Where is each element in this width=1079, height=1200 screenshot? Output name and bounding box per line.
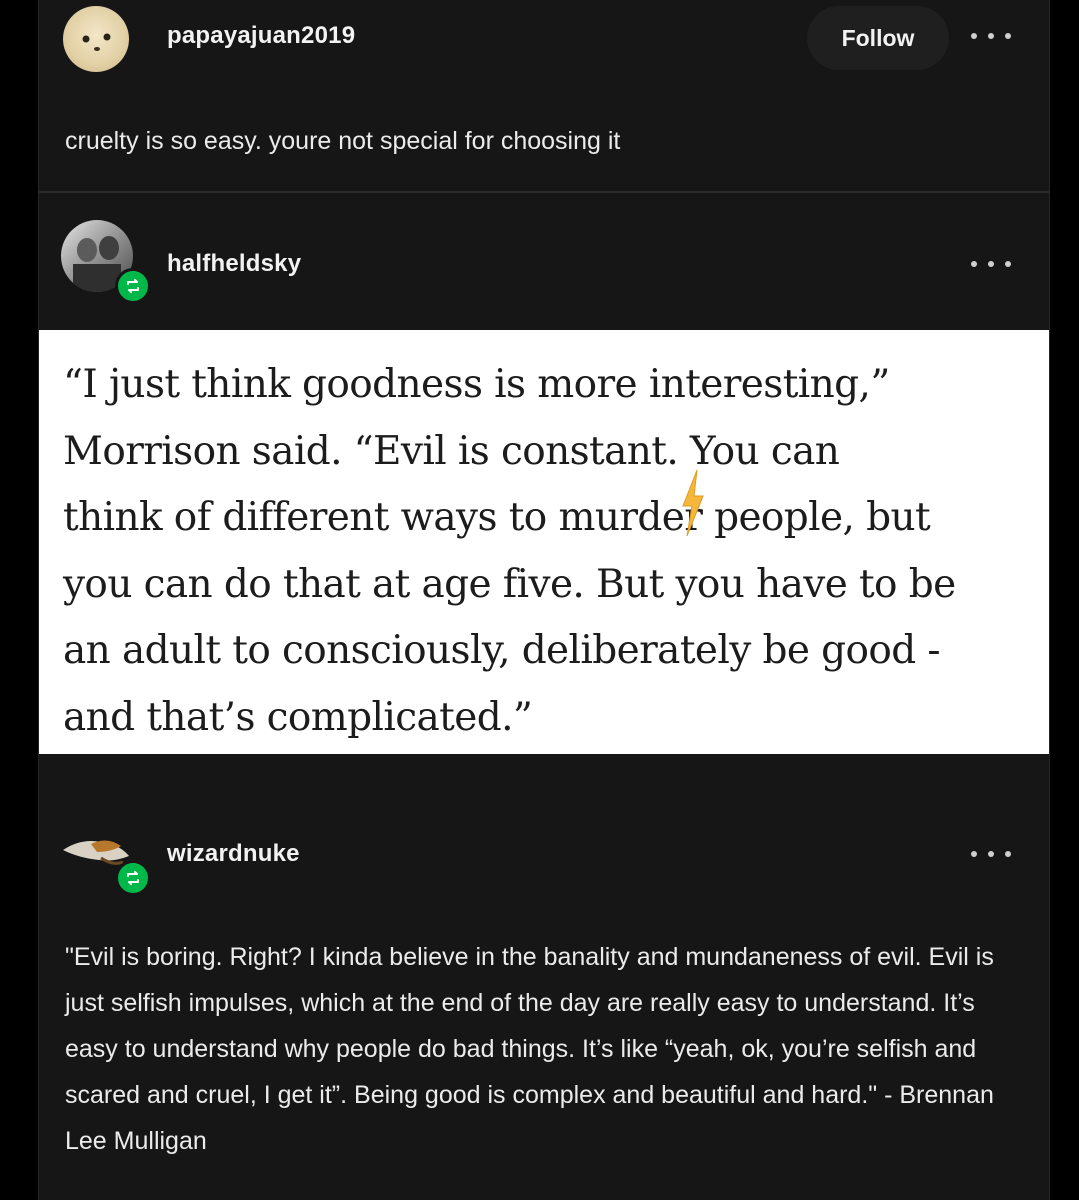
post-header-wizardnuke: wizardnuke xyxy=(39,812,1049,896)
more-options-icon[interactable] xyxy=(971,844,1011,864)
reblog-icon xyxy=(115,860,151,896)
post-divider xyxy=(39,191,1049,193)
post-body-text: cruelty is so easy. youre not special fo… xyxy=(65,127,621,155)
lightning-bolt-icon xyxy=(682,469,704,537)
post-body-text: "Evil is boring. Right? I kinda believe … xyxy=(65,943,994,1155)
more-options-icon[interactable] xyxy=(971,26,1011,46)
quote-image: “I just think goodness is more interesti… xyxy=(39,330,1049,754)
quote-text: “I just think goodness is more interesti… xyxy=(63,362,956,740)
post-feed: papayajuan2019 Follow cruelty is so easy… xyxy=(38,0,1050,1200)
post-header-papayajuan2019: papayajuan2019 Follow xyxy=(39,0,1049,80)
post-header-halfheldsky: halfheldsky xyxy=(39,216,1049,304)
follow-button[interactable]: Follow xyxy=(807,6,949,70)
reblog-icon xyxy=(115,268,151,304)
avatar[interactable] xyxy=(63,6,129,72)
more-options-icon[interactable] xyxy=(971,254,1011,274)
avatar-face-icon xyxy=(82,33,111,51)
username[interactable]: halfheldsky xyxy=(167,250,301,278)
username[interactable]: papayajuan2019 xyxy=(167,22,355,50)
username[interactable]: wizardnuke xyxy=(167,840,300,868)
